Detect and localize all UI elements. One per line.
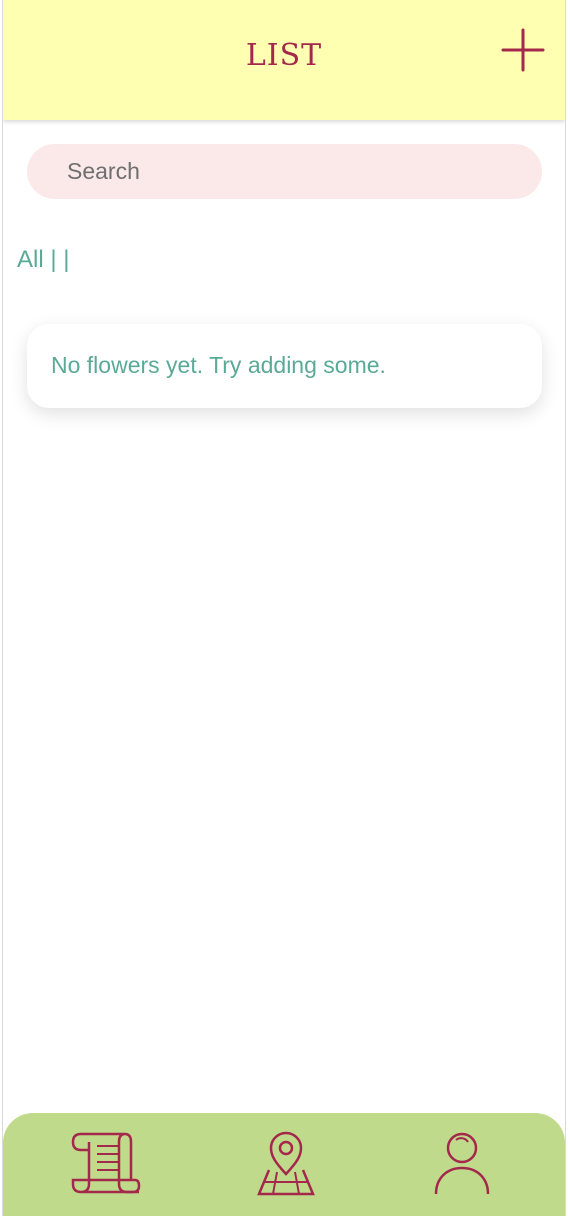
add-button[interactable] — [499, 26, 547, 74]
app-header: LIST — [3, 0, 565, 120]
nav-map[interactable] — [241, 1128, 331, 1198]
search-input[interactable] — [27, 144, 542, 199]
bottom-nav — [3, 1113, 565, 1216]
filter-bar[interactable]: All | | — [17, 246, 69, 274]
empty-state-message: No flowers yet. Try adding some. — [51, 352, 386, 378]
scroll-icon — [71, 1132, 141, 1194]
plus-icon — [501, 28, 545, 72]
page-title: LIST — [245, 38, 323, 73]
nav-profile[interactable] — [417, 1128, 507, 1198]
user-icon — [434, 1132, 490, 1195]
nav-list[interactable] — [61, 1128, 151, 1198]
empty-state-card: No flowers yet. Try adding some. — [27, 324, 542, 408]
map-pin-icon — [257, 1131, 315, 1196]
app-frame: LIST All | | No flowers yet. Try adding … — [2, 0, 566, 1216]
